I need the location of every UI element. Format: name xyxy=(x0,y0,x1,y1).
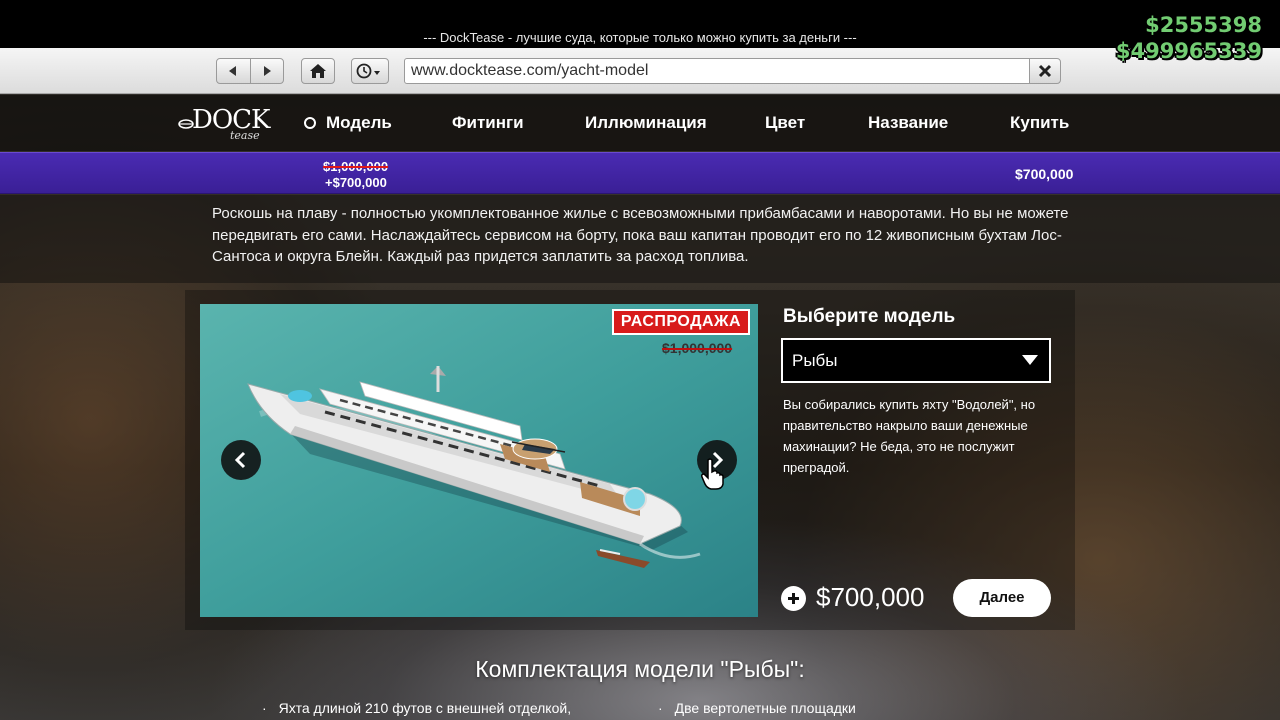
url-input[interactable]: www.docktease.com/yacht-model xyxy=(404,58,1030,84)
spec-item: · Две вертолетные площадки xyxy=(658,700,856,716)
price-summary-bar: $1,000,000 +$700,000 $700,000 xyxy=(0,152,1280,194)
browser-title-bar: --- DockTease - лучшие суда, которые тол… xyxy=(0,0,1280,48)
close-icon xyxy=(1038,64,1052,78)
arrow-left-icon xyxy=(229,66,237,76)
docktease-logo[interactable]: DOCK tease xyxy=(178,105,270,142)
bullet-icon: · xyxy=(658,700,663,716)
model-note: Вы собирались купить яхту "Водолей", но … xyxy=(783,397,1036,475)
home-icon xyxy=(310,64,326,78)
spec-item-text: Яхта длиной 210 футов с внешней отделкой… xyxy=(278,700,572,716)
spec-title: Комплектация модели "Рыбы": xyxy=(475,656,805,682)
active-indicator-icon xyxy=(304,117,316,129)
nav-fittings[interactable]: Фитинги xyxy=(452,113,524,133)
arrow-right-icon xyxy=(263,66,271,76)
hand-cursor-icon xyxy=(701,458,724,490)
added-price: +$700,000 xyxy=(325,175,387,190)
dropdown-arrow-icon xyxy=(1022,355,1038,365)
spec-item-text: Две вертолетные площадки xyxy=(674,700,856,716)
gallery-old-price: $1,000,000 xyxy=(662,340,733,356)
clock-icon xyxy=(356,63,380,79)
next-button[interactable]: Далее xyxy=(953,579,1051,617)
nav-lighting[interactable]: Иллюминация xyxy=(585,113,707,133)
chevron-left-icon xyxy=(234,451,246,469)
nav-model[interactable]: Модель xyxy=(304,113,392,133)
browser-toolbar: www.docktease.com/yacht-model xyxy=(0,48,1280,94)
yacht-description: Роскошь на плаву - полностью укомплектов… xyxy=(212,205,1069,265)
previous-image-button[interactable] xyxy=(221,440,261,480)
forward-button[interactable] xyxy=(249,59,284,83)
logo-subtext: tease xyxy=(230,129,260,142)
back-button[interactable] xyxy=(217,59,250,83)
hud-money: $2555398 $499965339 xyxy=(1116,12,1262,64)
window-title: --- DockTease - лучшие суда, которые тол… xyxy=(423,30,857,45)
hud-bank: $499965339 xyxy=(1115,39,1262,63)
model-select-label: Выберите модель xyxy=(783,306,956,327)
spec-item: · Яхта длиной 210 футов с внешней отделко… xyxy=(262,700,571,716)
sale-badge: РАСПРОДАЖА xyxy=(612,309,750,335)
url-clear-button[interactable] xyxy=(1029,58,1061,84)
history-nav-group xyxy=(216,58,284,84)
nav-buy[interactable]: Купить xyxy=(1010,113,1069,133)
nav-model-label: Модель xyxy=(326,113,392,132)
description-panel: Роскошь на плаву - полностью укомплектов… xyxy=(0,195,1280,283)
model-price: $700,000 xyxy=(816,582,925,612)
model-dropdown[interactable]: Рыбы xyxy=(781,338,1051,383)
home-button[interactable] xyxy=(301,58,335,84)
hud-cash: $2555398 xyxy=(1145,13,1262,37)
history-button[interactable] xyxy=(351,58,389,84)
total-price: $700,000 xyxy=(1015,166,1074,182)
original-price: $1,000,000 xyxy=(323,159,389,174)
nav-name[interactable]: Название xyxy=(868,113,948,133)
nav-color[interactable]: Цвет xyxy=(765,113,805,133)
site-nav: DOCK tease Модель Фитинги Иллюминация Цв… xyxy=(0,95,1280,151)
model-dropdown-value: Рыбы xyxy=(792,351,838,370)
bullet-icon: · xyxy=(262,700,267,716)
plus-icon xyxy=(781,586,806,611)
